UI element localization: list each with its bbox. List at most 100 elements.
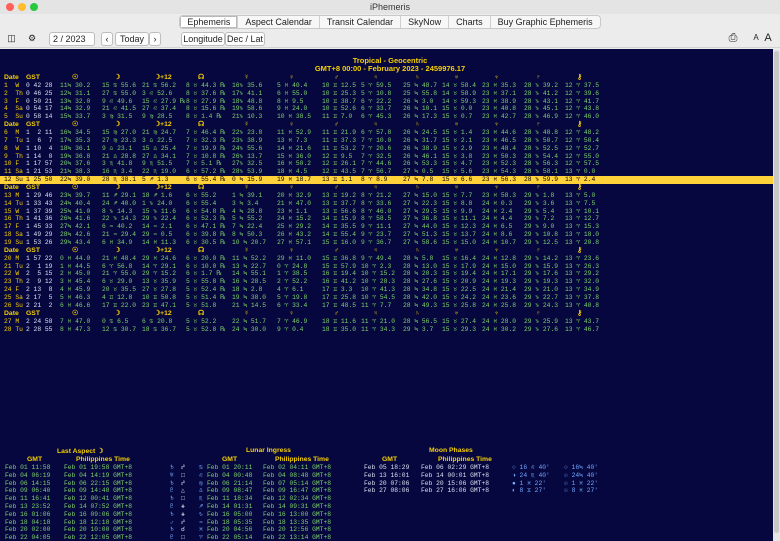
- sidebar-toggle-icon[interactable]: ◫: [6, 32, 17, 46]
- longitude-button[interactable]: Longitude: [181, 32, 225, 46]
- tab-transit-calendar[interactable]: Transit Calendar: [320, 16, 402, 28]
- vertical-scrollbar[interactable]: [773, 49, 780, 541]
- ephemeris-cell: 5 ♉ 55.8 ℞: [186, 278, 226, 286]
- column-header: ☽+12: [154, 184, 172, 192]
- ephemeris-row[interactable]: 11 Sa 1 21 53 21≒ 38.3 16 ♏ 3.4 22 ♏ 19.0 6 ♉…: [0, 168, 773, 176]
- ephemeris-cell: 23 ♓ 52.3: [482, 160, 517, 168]
- ephemeris-cell: 5 ♓ 40.4: [277, 81, 308, 89]
- font-larger-button[interactable]: A: [762, 32, 774, 46]
- ephemeris-cell: 5 ♉ 51.4 ℞: [186, 294, 226, 302]
- ephemeris-row[interactable]: 15 W 1 37 39 25≒ 41.0 8 ♑ 14.3 15 ♑ 11.6 6 ♉ …: [0, 208, 773, 216]
- tab-charts[interactable]: Charts: [449, 16, 491, 28]
- ephemeris-cell: 15 ♉ 2.1: [442, 136, 473, 144]
- ephemeris-cell: 13 ♈ 18.0: [565, 231, 600, 239]
- ephemeris-row[interactable]: 7 Tu 1 6 7 17≒ 35.3 27 ♍ 23.3 3 ♎ 22.5 7 ♉ 32…: [0, 137, 773, 145]
- column-header: ☊: [198, 184, 205, 192]
- column-header: ♃: [373, 184, 379, 192]
- column-header: ♆: [494, 121, 500, 129]
- ephemeris-cell: 28 ≒ 5.8: [403, 254, 434, 262]
- font-smaller-button[interactable]: A: [751, 32, 761, 46]
- aspect-local-time: Feb 18 12:18 GMT+8: [64, 518, 133, 526]
- ephemeris-row[interactable]: 13 M 1 29 46 23≒ 39.7 11 ♐ 29.1 18 ♐ 1.6 6 ♉ …: [0, 192, 773, 200]
- close-window-button[interactable]: [6, 3, 14, 11]
- ephemeris-row[interactable]: 14 Tu 1 33 43 24≒ 40.4 24 ♐ 40.0 1 ♑ 24.0 6 ♉…: [0, 200, 773, 208]
- ephemeris-row[interactable]: 6 M 1 2 11 16≒ 34.5 15 ♍ 27.0 21 ♍ 24.7 7 ♉ 4…: [0, 129, 773, 137]
- ephemeris-cell: 11 ♊ 21.9: [322, 129, 357, 137]
- next-month-button[interactable]: ›: [149, 32, 161, 46]
- ingress-sign-icon: ♎: [199, 487, 203, 495]
- phase-moon-position: ◐ 8 ♊ 27': [512, 487, 547, 495]
- ephemeris-cell: 1 33 43: [26, 199, 53, 207]
- ephemeris-row[interactable]: 9 Th 1 14 0 19≒ 36.8 21 ♎ 28.8 27 ♎ 34.1 7 ♉ …: [0, 153, 773, 161]
- tab-aspect-calendar[interactable]: Aspect Calendar: [238, 16, 320, 28]
- gear-icon[interactable]: ⚙: [26, 32, 38, 46]
- ephemeris-row[interactable]: 1 W 0 42 28 11≒ 30.2 15 ♋ 55.6 21 ♋ 56.2 8 ♉ …: [0, 82, 773, 90]
- today-button[interactable]: Today: [115, 32, 149, 46]
- month-year-field[interactable]: 2 / 2023: [49, 32, 95, 46]
- ephemeris-row[interactable]: 21 Tu 2 1 19 1 ♓ 44.5 6 ♈ 56.8 14 ♈ 29.1 6 ♉ …: [0, 263, 773, 271]
- previous-month-button[interactable]: ‹: [101, 32, 113, 46]
- tab-buy-graphic-ephemeris[interactable]: Buy Graphic Ephemeris: [491, 16, 600, 28]
- ephemeris-row[interactable]: 5 Su 0 58 14 15≒ 33.7 3 ♍ 31.5 9 ♍ 28.5 8 ♉ 1…: [0, 113, 773, 121]
- minimize-window-button[interactable]: [18, 3, 26, 11]
- ephemeris-row[interactable]: 20 M 1 57 22 0 ♓ 44.0 21 ♓ 48.4 29 ♓ 24.6 6 ♉…: [0, 255, 773, 263]
- ephemeris-cell: 12 ♈ 50.4: [565, 136, 600, 144]
- column-header: Date: [4, 246, 19, 254]
- ephemeris-row[interactable]: 24 F 2 13 8 4 ♓ 45.9 20 ♉ 35.5 27 ♉ 27.8 5 ♉ …: [0, 286, 773, 294]
- ingress-local-time: Feb 12 02:34 GMT+8: [263, 495, 332, 503]
- aspect-symbol-icon: ☍: [181, 518, 185, 526]
- moon-phases-gmt-header: GMT: [382, 456, 398, 463]
- ephemeris-cell: 10 ♊ 25.3: [322, 89, 357, 97]
- column-header: ☊: [198, 121, 205, 129]
- ephemeris-cell: 8 ♉ 1.4 ℞: [186, 113, 222, 121]
- ephemeris-cell: 1 6 7: [26, 136, 53, 144]
- ephemeris-row[interactable]: 12 Su 1 25 50 22≒ 39.0 28 ♏ 38.1 5 ♐ 1.3 6 ♉ …: [0, 176, 773, 185]
- ephemeris-row[interactable]: 25 Sa 2 17 5 5 ♓ 46.3 4 ♊ 12.8 10 ♊ 50.8 5 ♉ …: [0, 294, 773, 302]
- zoom-window-button[interactable]: [30, 3, 38, 11]
- phase-sun-position: ○ 16≒ 40': [564, 464, 599, 471]
- phase-local-time: Feb 27 16:06 GMT+8: [421, 487, 490, 495]
- ephemeris-cell: 15≒ 33.7: [60, 113, 91, 121]
- ephemeris-row[interactable]: 22 W 2 5 15 2 ♓ 45.0 21 ♈ 55.0 29 ♈ 15.2 6 ♉ …: [0, 270, 773, 278]
- ephemeris-cell: 19 ♓ 18.7: [277, 176, 312, 184]
- ephemeris-row[interactable]: 16 Th 1 41 36 26≒ 41.6 22 ♑ 14.3 29 ♑ 22.4 6 …: [0, 215, 773, 223]
- ephemeris-cell: 1 53 26: [26, 239, 53, 247]
- dec-lat-button[interactable]: Dec / Lat: [225, 32, 265, 46]
- ephemeris-row[interactable]: 26 Su 2 21 2 6 ♓ 46.6 17 ♊ 22.0 23 ♊ 47.1 5 ♉…: [0, 302, 773, 310]
- tab-ephemeris[interactable]: Ephemeris: [180, 16, 239, 28]
- scrollbar-thumb[interactable]: [774, 51, 779, 533]
- tab-skynow[interactable]: SkyNow: [401, 16, 450, 28]
- ephemeris-cell: 9 ♈ 36.7: [361, 239, 392, 247]
- ephemeris-row[interactable]: 10 F 1 17 57 20≒ 37.6 3 ♏ 41.8 9 ♏ 51.5 7 ♉ 5…: [0, 160, 773, 168]
- ephemeris-cell: 8 ♉ 44.3 ℞: [186, 81, 226, 89]
- ephemeris-row[interactable]: 27 M 2 24 58 7 ♓ 47.0 0 ♋ 6.5 6 ♋ 20.8 5 ♉ 52…: [0, 318, 773, 326]
- ephemeris-cell: 1 21 53: [26, 168, 53, 176]
- ephemeris-row[interactable]: 3 F 0 50 21 13≒ 32.0 9 ♌ 49.6 15 ♌ 27.9 ℞ 8 ♉…: [0, 98, 773, 106]
- aspect-symbol-icon: ☍: [181, 464, 185, 471]
- ephemeris-row[interactable]: 28 Tu 2 28 55 8 ♓ 47.3 12 ♋ 30.7 18 ♋ 36.7 5 …: [0, 326, 773, 334]
- column-header: ☊: [198, 74, 205, 81]
- ephemeris-row[interactable]: 4 Sa 0 54 17 14≒ 32.9 21 ♌ 41.5 27 ♌ 37.4 8 ♉…: [0, 105, 773, 113]
- ephemeris-cell: 6 ♉ 47.1 ℞: [186, 223, 226, 231]
- aspect-planet-icon: ♂: [170, 518, 174, 526]
- aspect-local-time: Feb 01 19:58 GMT+8: [64, 464, 133, 471]
- ephemeris-cell: 19 ≒ 38.0: [232, 294, 267, 302]
- ephemeris-row[interactable]: 17 F 1 45 33 27≒ 42.1 6 ♒ 40.2 14 ♒ 2.1 6 ♉ 4…: [0, 223, 773, 231]
- ephemeris-row[interactable]: 18 Sa 1 49 29 28≒ 42.6 21 ♒ 29.4 29 ♒ 0.5 6 ♉…: [0, 231, 773, 239]
- ephemeris-row[interactable]: 23 Th 2 9 12 3 ♓ 45.4 6 ♉ 29.0 13 ♉ 35.9 5 ♉ …: [0, 278, 773, 286]
- ephemeris-cell: 9 ♈ 0.4: [277, 325, 304, 333]
- ephemeris-cell: 1 ♑ 24.0: [142, 199, 173, 207]
- ephemeris-cell: 25 Sa: [4, 294, 23, 302]
- ingress-sign-icon: ♌: [199, 471, 203, 479]
- ephemeris-cell: 1 57 22: [26, 254, 53, 262]
- phase-moon-position: ◑ 24 ♏ 40': [512, 471, 550, 479]
- ephemeris-cell: 23 ♓ 44.6: [482, 129, 517, 137]
- column-header: ♂: [334, 184, 340, 192]
- ephemeris-cell: 24 ♓ 15.2: [277, 215, 312, 223]
- ephemeris-row[interactable]: 8 W 1 10 4 18≒ 36.1 9 ♎ 23.1 15 ♎ 25.4 7 ♉ 19…: [0, 145, 773, 153]
- tab-bar: Ephemeris Aspect Calendar Transit Calendar…: [0, 15, 780, 30]
- ephemeris-row[interactable]: 19 Su 1 53 26 29≒ 43.4 6 ♓ 34.9 14 ♓ 11.3 6 ♉…: [0, 239, 773, 247]
- ephemeris-row[interactable]: 2 Th 0 46 25 12≒ 31.1 27 ♋ 55.0 3 ♌ 52.6 8 ♉ …: [0, 90, 773, 98]
- ephemeris-cell: 11 ♈ 7.7: [361, 301, 392, 309]
- print-icon[interactable]: ⎙: [725, 32, 741, 46]
